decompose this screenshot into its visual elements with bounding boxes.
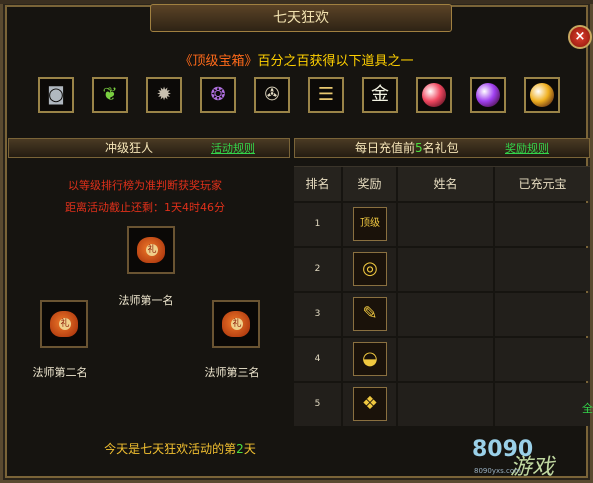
ring-item[interactable]: ◙ <box>38 77 74 113</box>
prize-glyph: ✎ <box>362 303 378 324</box>
countdown-text: 距离活动截止还剩：1天4时46分 <box>65 201 225 214</box>
gift-bag-mark: 礼 <box>59 318 71 330</box>
gift-bag-mark: 礼 <box>231 318 243 330</box>
rank-number: 5 <box>314 399 321 409</box>
rank-number: 3 <box>314 309 321 319</box>
third-place-reward[interactable]: 礼 <box>212 300 260 348</box>
first-place-label: 法师第一名 <box>118 294 174 307</box>
seal-item[interactable]: ❂ <box>200 77 236 113</box>
medal-icon: ✇ <box>264 84 280 105</box>
rank-number: 2 <box>314 264 321 274</box>
rank-number: 4 <box>314 354 321 364</box>
col-header-rank: 排名 <box>294 167 341 201</box>
prize-glyph: ◎ <box>362 258 378 279</box>
footer-post: 天 <box>243 442 256 456</box>
col-header-yuanbao: 已充元宝 <box>495 167 590 201</box>
left-section-header: 冲级狂人 活动规则 <box>8 138 290 158</box>
table-cell <box>495 338 590 381</box>
left-section-title: 冲级狂人 <box>105 141 154 155</box>
headline-rest: 百分之百获得以下道具之一 <box>257 54 414 69</box>
window-title: 七天狂欢 <box>150 4 452 32</box>
ring-icon: ◙ <box>47 84 65 105</box>
site-watermark: 8090 游戏 8090yxs.com <box>470 437 590 480</box>
table-cell <box>398 383 493 426</box>
wing-icon: ❦ <box>102 84 118 105</box>
gold-token-item[interactable]: 金 <box>362 77 398 113</box>
yellow-gem-item[interactable] <box>524 77 560 113</box>
prize-glyph: ◒ <box>362 348 378 369</box>
prize-glyph: 顶级 <box>360 218 380 229</box>
headline-chest: 《顶级宝箱》 <box>179 54 258 69</box>
activity-rules-link[interactable]: 活动规则 <box>211 139 255 158</box>
gem-icon <box>530 83 554 107</box>
purple-gem-item[interactable] <box>470 77 506 113</box>
wing-item[interactable]: ❦ <box>92 77 128 113</box>
col-header-reward: 奖励 <box>343 167 396 201</box>
rank-number: 1 <box>314 219 321 229</box>
scroll-icon: ☰ <box>317 84 335 105</box>
edge-char: 全 <box>582 402 593 415</box>
table-cell <box>398 293 493 336</box>
gold-token-icon: 金 <box>371 84 389 105</box>
table-cell <box>495 248 590 291</box>
gift-bag-mark: 礼 <box>146 244 158 256</box>
table-cell <box>495 293 590 336</box>
right-section-title: 每日充值前5名礼包 <box>355 139 459 158</box>
first-place-reward[interactable]: 礼 <box>127 226 175 274</box>
table-cell <box>398 248 493 291</box>
watermark-sub: 游戏 <box>510 455 555 480</box>
right-title-post: 名礼包 <box>422 141 459 155</box>
headline: 《顶级宝箱》百分之百获得以下道具之一 <box>0 50 593 69</box>
prize-glyph: ❖ <box>361 393 379 414</box>
footer-pre: 今天是七天狂欢活动的第 <box>104 442 237 456</box>
second-place-reward[interactable]: 礼 <box>40 300 88 348</box>
scroll-icon[interactable]: ✎ <box>353 297 387 331</box>
close-button[interactable]: × <box>568 25 592 49</box>
right-title-pre: 每日充值前 <box>355 141 416 155</box>
ring-icon[interactable]: ◎ <box>353 252 387 286</box>
table-cell <box>495 203 590 246</box>
table-cell <box>398 203 493 246</box>
medal-item[interactable]: ✇ <box>254 77 290 113</box>
table-cell <box>495 383 590 426</box>
reward-rules-link[interactable]: 奖励规则 <box>505 139 549 158</box>
red-gem-item[interactable] <box>416 77 452 113</box>
gold-ingot-icon[interactable]: ◒ <box>353 342 387 376</box>
ranking-table: 排名 奖励 姓名 已充元宝 1 顶级 2 ◎ 3 ✎ 4 ◒ 5 ❖ <box>294 166 590 426</box>
footer-day: 2 <box>236 442 244 456</box>
second-place-label: 法师第二名 <box>32 366 88 379</box>
watermark-url: 8090yxs.com <box>474 467 521 475</box>
spiked-armor-item[interactable]: ✹ <box>146 77 182 113</box>
top-chest-icon[interactable]: 顶级 <box>353 207 387 241</box>
spiked-armor-icon: ✹ <box>156 84 172 105</box>
gem-icon <box>422 83 446 107</box>
right-title-num: 5 <box>415 141 423 155</box>
gold-charm-icon[interactable]: ❖ <box>353 387 387 421</box>
gem-icon <box>476 83 500 107</box>
third-place-label: 法师第三名 <box>204 366 260 379</box>
col-header-name: 姓名 <box>398 167 493 201</box>
event-day-text: 今天是七天狂欢活动的第2天 <box>0 440 360 457</box>
right-section-header: 每日充值前5名礼包 奖励规则 <box>294 138 590 158</box>
ranking-rule-text: 以等级排行榜为准判断获奖玩家 <box>68 179 222 192</box>
seal-icon: ❂ <box>210 84 226 105</box>
scroll-item[interactable]: ☰ <box>308 77 344 113</box>
table-cell <box>398 338 493 381</box>
